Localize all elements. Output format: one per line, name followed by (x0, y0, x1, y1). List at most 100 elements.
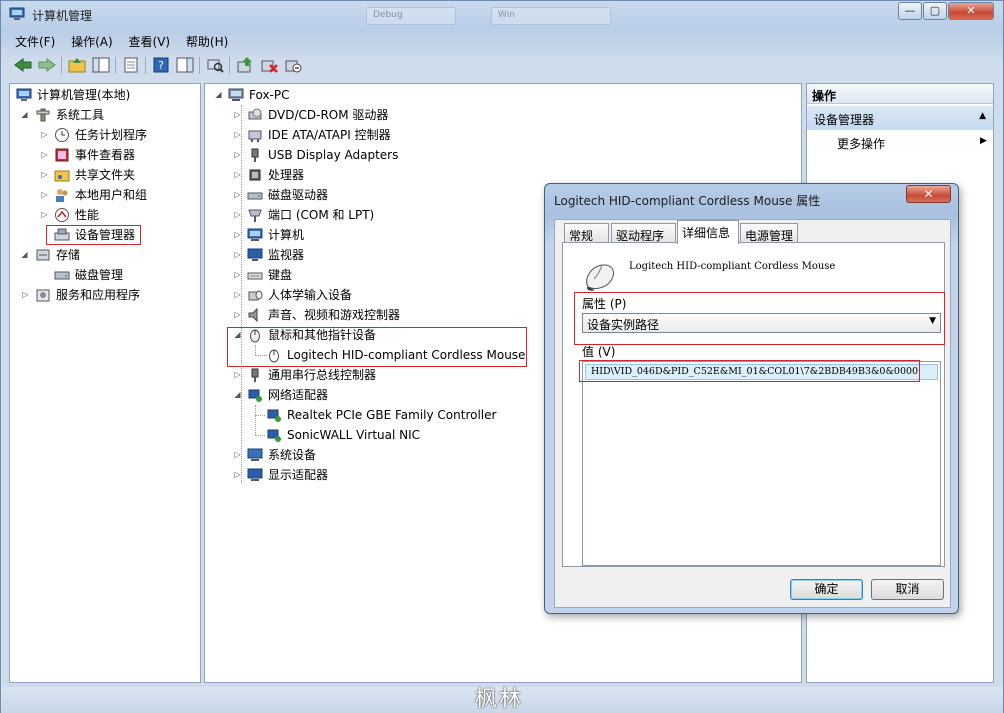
tree-item-task-scheduler[interactable]: ▷ 任务计划程序 (10, 126, 200, 144)
expand-arrow-icon[interactable]: ▷ (233, 230, 242, 239)
dvd-icon (248, 108, 262, 120)
expand-arrow-icon[interactable]: ▷ (40, 190, 49, 199)
expand-arrow-icon[interactable]: ▷ (40, 150, 49, 159)
expand-arrow-icon[interactable]: ▷ (233, 270, 242, 279)
tree-item-system-tools[interactable]: ◢ 系统工具 (10, 106, 200, 124)
section-label: 设备管理器 (814, 113, 875, 127)
expand-arrow-icon[interactable]: ▷ (233, 470, 242, 479)
menu-action[interactable]: 操作(A) (65, 31, 119, 52)
help-icon[interactable]: ? (151, 56, 171, 74)
collapse-arrow-icon[interactable]: ◢ (214, 90, 223, 99)
monitor-icon (247, 248, 263, 261)
tree-label: 本地用户和组 (75, 188, 148, 202)
menu-view[interactable]: 查看(V) (123, 31, 177, 52)
expand-arrow-icon[interactable]: ▷ (233, 130, 242, 139)
tab-general[interactable]: 常规 (564, 223, 609, 243)
forward-arrow-icon[interactable] (37, 56, 57, 74)
uninstall-device-icon[interactable] (259, 56, 279, 74)
more-actions-link[interactable]: 更多操作 (837, 135, 885, 152)
tab-details[interactable]: 详细信息 (677, 220, 739, 244)
tree-item-cpu[interactable]: ▷ 处理器 (205, 166, 795, 184)
console-tree-icon[interactable] (91, 56, 111, 74)
expand-arrow-icon[interactable]: ▷ (233, 370, 242, 379)
menu-bar: 文件(F) 操作(A) 查看(V) 帮助(H) (9, 31, 234, 51)
tree-label: Realtek PCIe GBE Family Controller (287, 408, 497, 422)
collapse-arrow-icon[interactable]: ◢ (233, 390, 242, 399)
expand-arrow-icon[interactable]: ▷ (40, 170, 49, 179)
collapse-arrow-icon[interactable]: ◢ (20, 110, 29, 119)
tree-item-services-apps[interactable]: ▷ 服务和应用程序 (10, 286, 200, 304)
up-folder-icon[interactable] (67, 56, 87, 74)
collapse-up-icon[interactable]: ▲ (979, 111, 986, 121)
tree-item-computer-management[interactable]: 计算机管理(本地) (10, 86, 200, 104)
expand-arrow-icon[interactable]: ▷ (233, 450, 242, 459)
scan-hardware-icon[interactable] (205, 56, 225, 74)
tree-label: USB Display Adapters (268, 148, 399, 162)
display-adapter-icon (247, 468, 263, 481)
performance-icon (55, 208, 69, 222)
clock-icon (55, 128, 69, 142)
tree-label: 人体学输入设备 (268, 288, 353, 302)
expand-arrow-icon[interactable]: ▷ (233, 170, 242, 179)
tree-item-dvd[interactable]: ▷ DVD/CD-ROM 驱动器 (205, 106, 795, 124)
ide-icon (248, 130, 262, 142)
expand-arrow-icon[interactable]: ▷ (233, 150, 242, 159)
tree-item-performance[interactable]: ▷ 性能 (10, 206, 200, 224)
more-actions-label: 更多操作 (837, 137, 886, 151)
tree-item-storage[interactable]: ◢ 存储 (10, 246, 200, 264)
expand-arrow-icon[interactable]: ▷ (233, 290, 242, 299)
tree-label: 端口 (COM 和 LPT) (268, 208, 375, 222)
expand-arrow-icon[interactable]: ▷ (40, 130, 49, 139)
highlight-box (579, 360, 920, 382)
show-hide-pane-icon[interactable] (175, 56, 195, 74)
expand-arrow-icon[interactable]: ▷ (233, 310, 242, 319)
tree-item-usb-display[interactable]: ▷ USB Display Adapters (205, 146, 795, 164)
minimize-button[interactable]: — (898, 2, 922, 20)
tree-item-shared-folders[interactable]: ▷ 共享文件夹 (10, 166, 200, 184)
dialog-close-button[interactable]: ✕ (906, 185, 951, 203)
properties-icon[interactable] (121, 56, 141, 74)
actions-section-device-manager[interactable]: 设备管理器 ▲ (807, 106, 993, 130)
expand-arrow-icon[interactable]: ▷ (21, 290, 30, 299)
expand-arrow-icon[interactable]: ▷ (40, 210, 49, 219)
expand-arrow-icon[interactable]: ▷ (233, 110, 242, 119)
tree-item-ide[interactable]: ▷ IDE ATA/ATAPI 控制器 (205, 126, 795, 144)
expand-arrow-icon[interactable]: ▷ (233, 250, 242, 259)
tab-driver[interactable]: 驱动程序 (611, 223, 676, 243)
hid-icon (248, 290, 263, 301)
computer-management-icon (9, 7, 25, 20)
svg-text:?: ? (158, 59, 164, 72)
expand-arrow-icon[interactable]: ▷ (233, 210, 242, 219)
disk-icon (54, 271, 70, 280)
ok-button[interactable]: 确定 (790, 579, 863, 600)
computer-icon (228, 88, 244, 101)
back-arrow-icon[interactable] (13, 56, 33, 74)
tree-item-local-users[interactable]: ▷ 本地用户和组 (10, 186, 200, 204)
tab-power-management[interactable]: 电源管理 (740, 223, 798, 243)
menu-file[interactable]: 文件(F) (9, 31, 61, 52)
submenu-arrow-icon[interactable]: ▶ (980, 136, 987, 146)
collapse-arrow-icon[interactable]: ◢ (20, 250, 29, 259)
disk-drive-icon (247, 192, 263, 200)
cancel-button[interactable]: 取消 (871, 579, 944, 600)
close-button[interactable]: ✕ (948, 2, 994, 20)
disable-device-icon[interactable] (283, 56, 303, 74)
maximize-button[interactable]: ▢ (923, 2, 947, 20)
tree-label: 网络适配器 (268, 388, 329, 402)
highlight-box (46, 225, 141, 245)
tree-label: 显示适配器 (268, 468, 329, 482)
tree-item-disk-management[interactable]: 磁盘管理 (10, 266, 200, 284)
system-device-icon (247, 448, 263, 461)
sound-icon (248, 307, 258, 323)
expand-arrow-icon[interactable]: ▷ (233, 190, 242, 199)
toolbar-separator (145, 57, 146, 74)
console-tree-pane[interactable]: 计算机管理(本地) ◢ 系统工具 ▷ 任务计划程序 ▷ 事件查看器 ▷ 共享文件… (9, 83, 201, 683)
toolbar: ? (9, 53, 999, 79)
update-driver-icon[interactable] (235, 56, 255, 74)
tree-item-event-viewer[interactable]: ▷ 事件查看器 (10, 146, 200, 164)
network-adapter-icon (267, 409, 281, 422)
title-bar: 计算机管理 Debug Win — ▢ ✕ (1, 1, 1003, 29)
menu-help[interactable]: 帮助(H) (180, 31, 234, 52)
value-list[interactable]: HID\VID_046D&PID_C52E&MI_01&COL01\7&2BDB… (582, 361, 941, 566)
tree-item-root[interactable]: ◢ Fox-PC (205, 86, 795, 104)
